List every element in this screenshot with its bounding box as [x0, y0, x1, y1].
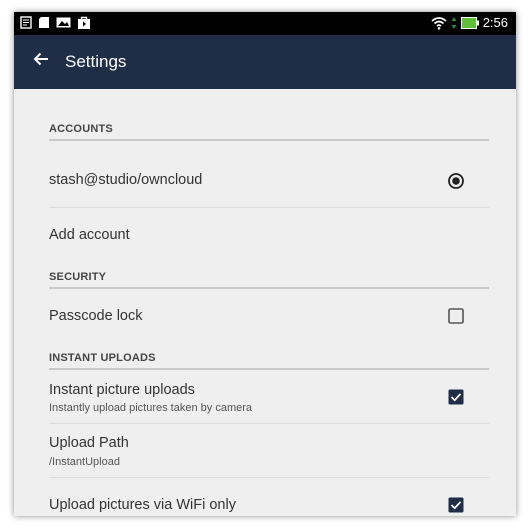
section-divider — [49, 368, 489, 370]
upload-path-label: Upload Path — [49, 435, 129, 451]
row-divider — [49, 477, 489, 478]
status-bar-system: 2:56 — [431, 15, 508, 31]
status-bar: 2:56 — [14, 12, 516, 35]
arrow-back-icon[interactable] — [32, 50, 50, 68]
app-bar: Settings — [14, 35, 516, 89]
sd-card-icon — [39, 17, 49, 28]
status-bar-time: 2:56 — [482, 15, 508, 30]
account-label: stash@studio/owncloud — [49, 172, 203, 188]
notes-icon — [20, 16, 32, 29]
status-bar-notifications — [20, 16, 91, 29]
section-divider — [49, 139, 489, 141]
checkbox-checked-icon[interactable] — [448, 497, 464, 513]
checkbox-unchecked-icon[interactable] — [448, 308, 464, 324]
radio-selected-icon[interactable] — [448, 173, 464, 189]
gallery-icon — [56, 17, 71, 28]
section-divider — [49, 287, 489, 289]
upload-path-summary: /InstantUpload — [49, 456, 120, 468]
instant-picture-uploads-summary: Instantly upload pictures taken by camer… — [49, 402, 253, 414]
section-header-instant-uploads: INSTANT UPLOADS — [49, 352, 156, 364]
wifi-only-label: Upload pictures via WiFi only — [49, 497, 236, 513]
add-account-label: Add account — [49, 227, 130, 243]
section-header-accounts: ACCOUNTS — [49, 123, 113, 135]
settings-list[interactable]: ACCOUNTS stash@studio/owncloud Add accou… — [14, 89, 516, 516]
page-title: Settings — [65, 52, 127, 71]
row-divider — [49, 207, 489, 208]
section-header-security: SECURITY — [49, 271, 107, 283]
passcode-lock-label: Passcode lock — [49, 308, 143, 324]
store-bag-icon — [78, 16, 90, 29]
wifi-icon — [431, 17, 447, 30]
instant-picture-uploads-label: Instant picture uploads — [49, 382, 195, 398]
battery-icon — [460, 17, 479, 29]
device-screen: 2:56 Settings ACCOUNTS stash@studio/ownc… — [14, 12, 516, 516]
checkbox-checked-icon[interactable] — [448, 389, 464, 405]
row-divider — [49, 423, 489, 424]
data-arrows-icon — [451, 17, 457, 29]
